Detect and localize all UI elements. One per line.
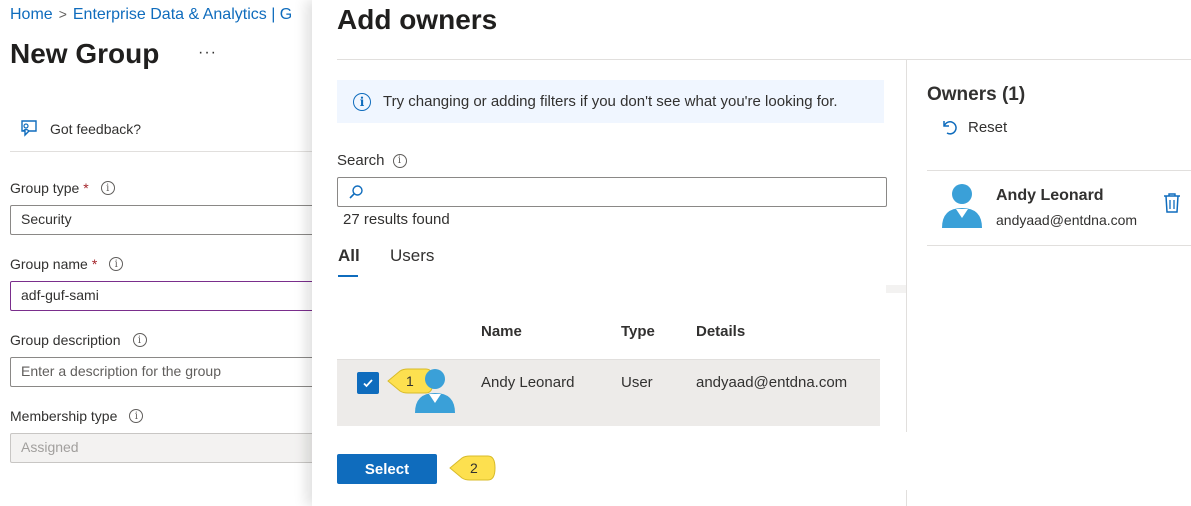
required-mark: * (83, 180, 89, 196)
group-description-label: Group description i (10, 332, 147, 348)
divider (10, 151, 320, 152)
search-icon (349, 185, 363, 199)
info-icon[interactable]: i (392, 153, 407, 168)
feedback-link[interactable]: Got feedback? (18, 118, 141, 140)
results-count: 27 results found (343, 211, 450, 228)
feedback-icon (21, 120, 37, 137)
scrollbar[interactable] (886, 285, 906, 293)
add-owners-panel: Add owners i Try changing or adding filt… (312, 0, 1191, 506)
reset-button[interactable]: Reset (940, 118, 1007, 136)
group-name-input[interactable]: adf-guf-sami (10, 281, 330, 311)
panel-title: Add owners (337, 4, 498, 35)
checkmark-icon (363, 379, 373, 388)
membership-type-label-text: Membership type (10, 408, 118, 424)
tab-all[interactable]: All (338, 246, 360, 266)
membership-type-label: Membership type i (10, 408, 144, 424)
info-icon[interactable]: i (100, 181, 115, 195)
tab-users[interactable]: Users (390, 246, 434, 266)
search-label: Search i (337, 152, 407, 169)
divider (927, 245, 1191, 246)
row-details: andyaad@entdna.com (696, 374, 848, 391)
info-icon[interactable]: i (109, 257, 124, 271)
divider (927, 170, 1191, 171)
owners-title: Owners (1) (927, 84, 1026, 105)
group-description-input[interactable]: Enter a description for the group (10, 357, 330, 387)
more-options-icon[interactable]: ··· (198, 44, 217, 62)
column-header-type[interactable]: Type (621, 323, 655, 340)
info-banner: i Try changing or adding filters if you … (337, 80, 884, 123)
divider (337, 359, 880, 360)
row-type: User (621, 374, 653, 391)
tab-active-indicator (338, 275, 358, 277)
owner-name: Andy Leonard (996, 187, 1104, 204)
membership-type-select: Assigned (10, 433, 330, 463)
divider (337, 59, 1191, 60)
reset-icon (943, 121, 957, 135)
info-icon: i (353, 92, 371, 111)
row-checkbox[interactable] (357, 372, 379, 394)
owner-email: andyaad@entdna.com (996, 212, 1138, 228)
info-icon[interactable]: i (132, 333, 147, 347)
callout-1-number: 1 (406, 373, 414, 389)
callout-2: 2 (448, 455, 496, 481)
breadcrumb: Home > Enterprise Data & Analytics | G (10, 6, 292, 24)
breadcrumb-home[interactable]: Home (10, 6, 53, 23)
trash-icon[interactable] (1162, 192, 1182, 214)
info-icon[interactable]: i (129, 409, 144, 423)
group-type-select[interactable]: Security (10, 205, 330, 235)
group-type-label-text: Group type (10, 180, 80, 196)
breadcrumb-current[interactable]: Enterprise Data & Analytics | G (73, 6, 292, 23)
chevron-right-icon: > (58, 6, 67, 22)
search-label-text: Search (337, 152, 385, 169)
column-divider (906, 60, 907, 432)
user-avatar-icon (942, 184, 982, 228)
page-title: New Group (10, 38, 160, 69)
group-name-label: Group name * i (10, 256, 124, 272)
info-banner-text: Try changing or adding filters if you do… (383, 93, 838, 110)
reset-label: Reset (968, 118, 1008, 136)
column-header-name[interactable]: Name (481, 323, 522, 340)
group-name-label-text: Group name (10, 256, 88, 272)
select-button[interactable]: Select (337, 454, 437, 484)
required-mark: * (91, 256, 98, 272)
group-description-label-text: Group description (10, 332, 121, 348)
user-avatar-icon (415, 369, 455, 413)
background-page: Home > Enterprise Data & Analytics | G New… (0, 0, 330, 506)
search-field[interactable] (337, 177, 887, 207)
column-divider (906, 490, 907, 506)
feedback-label: Got feedback? (50, 121, 142, 137)
row-name: Andy Leonard (481, 374, 575, 391)
callout-2-number: 2 (470, 460, 478, 476)
search-input[interactable] (368, 181, 878, 203)
group-type-label: Group type * i (10, 180, 115, 196)
column-header-details[interactable]: Details (696, 323, 745, 340)
